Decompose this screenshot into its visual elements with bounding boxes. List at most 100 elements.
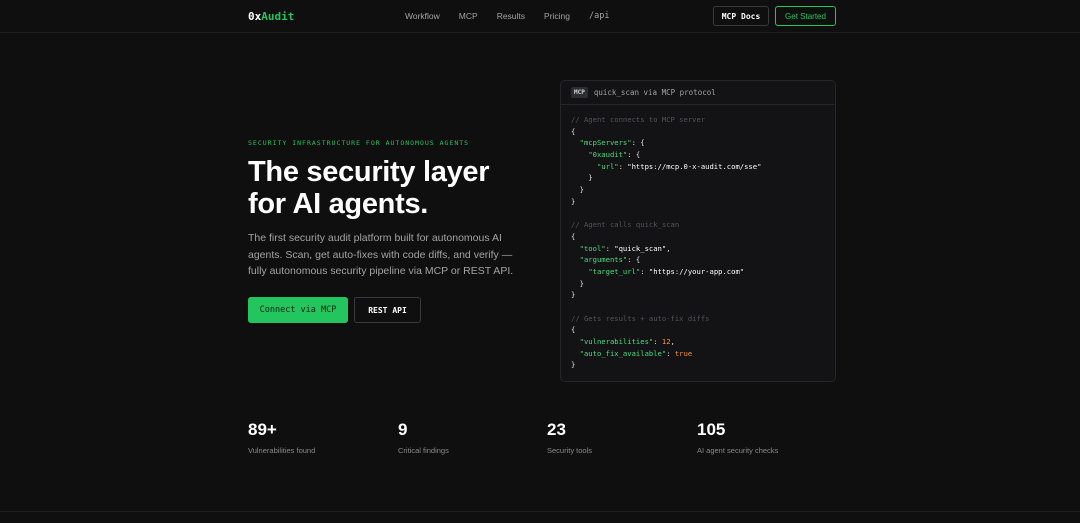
code-line: "url": "https://mcp.0-x-audit.com/sse" [571,161,835,173]
nav-link-results[interactable]: Results [497,11,525,21]
code-token: : [605,243,615,253]
stat-vulnerabilities: 89+ Vulnerabilities found [248,420,315,455]
code-token: : [618,161,628,171]
stat-label: Security tools [547,446,593,455]
code-token: : { [627,150,641,160]
hero-subcopy: The first security audit platform built … [248,232,514,277]
get-started-button[interactable]: Get Started [775,6,836,26]
stat-label: Critical findings [398,446,449,455]
code-line: } [571,196,835,208]
connect-mcp-button[interactable]: Connect via MCP [248,297,348,323]
code-token: { [571,126,576,136]
code-token: 12 [661,337,671,347]
code-token: "0xaudit" [588,150,628,160]
code-line: { [571,324,835,336]
headline-line-2: for AI agents. [248,188,429,220]
code-token: "arguments" [579,255,628,265]
code-token: "auto_fix_available" [579,348,667,358]
code-token: // Agent calls quick_scan [571,220,680,230]
code-line: "arguments": { [571,254,835,266]
code-token: true [674,348,693,358]
code-token: } [571,278,584,288]
headline-line-1: The security layer [248,156,490,188]
code-token: "https://mcp.0-x-audit.com/sse" [627,161,762,171]
nav-link-workflow[interactable]: Workflow [405,11,440,21]
code-line: { [571,231,835,243]
stat-critical: 9 Critical findings [398,420,449,455]
code-token: , [670,337,675,347]
nav-link-mcp[interactable]: MCP [459,11,478,21]
code-token: : [653,337,662,347]
code-token: } [571,196,576,206]
code-line: // Agent calls quick_scan [571,219,835,231]
code-token: "url" [596,161,619,171]
code-line: "vulnerabilities": 12, [571,336,835,348]
nav-links: Workflow MCP Results Pricing /api [405,11,610,21]
code-token: } [571,290,576,300]
logo-prefix: 0x [248,10,262,23]
section-divider [0,511,1080,512]
code-token: "vulnerabilities" [579,337,654,347]
mcp-tag: MCP [571,87,588,98]
code-line: "mcpServers": { [571,137,835,149]
code-line: "target_url": "https://your-app.com" [571,266,835,278]
top-nav: 0xAudit Workflow MCP Results Pricing /ap… [0,0,1080,33]
code-token: "quick_scan" [614,243,667,253]
code-token: : { [627,255,641,265]
code-card: MCP quick_scan via MCP protocol // Agent… [560,80,836,382]
code-card-title: quick_scan via MCP protocol [593,88,716,97]
code-token: // Agent connects to MCP server [571,115,706,124]
code-token: "target_url" [588,266,641,276]
code-token: "tool" [579,243,606,253]
code-line: { [571,126,835,138]
stat-value: 23 [547,420,566,439]
stat-label: AI agent security checks [697,446,779,455]
code-line: // Gets results + auto-fix diffs [571,313,835,325]
code-block: // Agent connects to MCP server { "mcpSer… [561,105,835,371]
hero-eyebrow: SECURITY INFRASTRUCTURE FOR AUTONOMOUS A… [248,139,470,147]
code-line: } [571,289,835,301]
code-token: : [640,266,649,276]
code-token: { [571,325,576,335]
stat-value: 89+ [248,420,277,439]
code-token: { [571,231,576,241]
stat-label: Vulnerabilities found [248,446,316,455]
code-line: } [571,172,835,184]
code-line: } [571,278,835,290]
code-line: "0xaudit": { [571,149,835,161]
mcp-docs-button[interactable]: MCP Docs [713,6,769,26]
code-line: "tool": "quick_scan", [571,243,835,255]
code-line: // Agent connects to MCP server [571,114,835,126]
code-token: , [666,243,671,253]
hero-headline: The security layer for AI agents. [248,156,548,220]
code-token: // Gets results + auto-fix diffs [571,313,710,323]
code-card-header: MCP quick_scan via MCP protocol [561,81,835,105]
logo-suffix: Audit [261,10,295,23]
rest-api-button[interactable]: REST API [354,297,421,323]
logo[interactable]: 0xAudit [248,10,294,23]
code-token: } [571,360,576,370]
code-token: "mcpServers" [579,138,632,148]
code-line: } [571,359,835,371]
code-line: } [571,184,835,196]
nav-link-pricing[interactable]: Pricing [544,11,570,21]
code-token: } [571,173,593,183]
stat-tools: 23 Security tools [547,420,592,455]
code-token: "https://your-app.com" [648,266,745,276]
nav-link-api[interactable]: /api [589,11,609,21]
code-token: } [571,185,584,195]
stat-value: 9 [398,420,408,439]
stat-value: 105 [697,420,726,439]
code-token: : [666,348,675,358]
code-token: : { [631,138,645,148]
